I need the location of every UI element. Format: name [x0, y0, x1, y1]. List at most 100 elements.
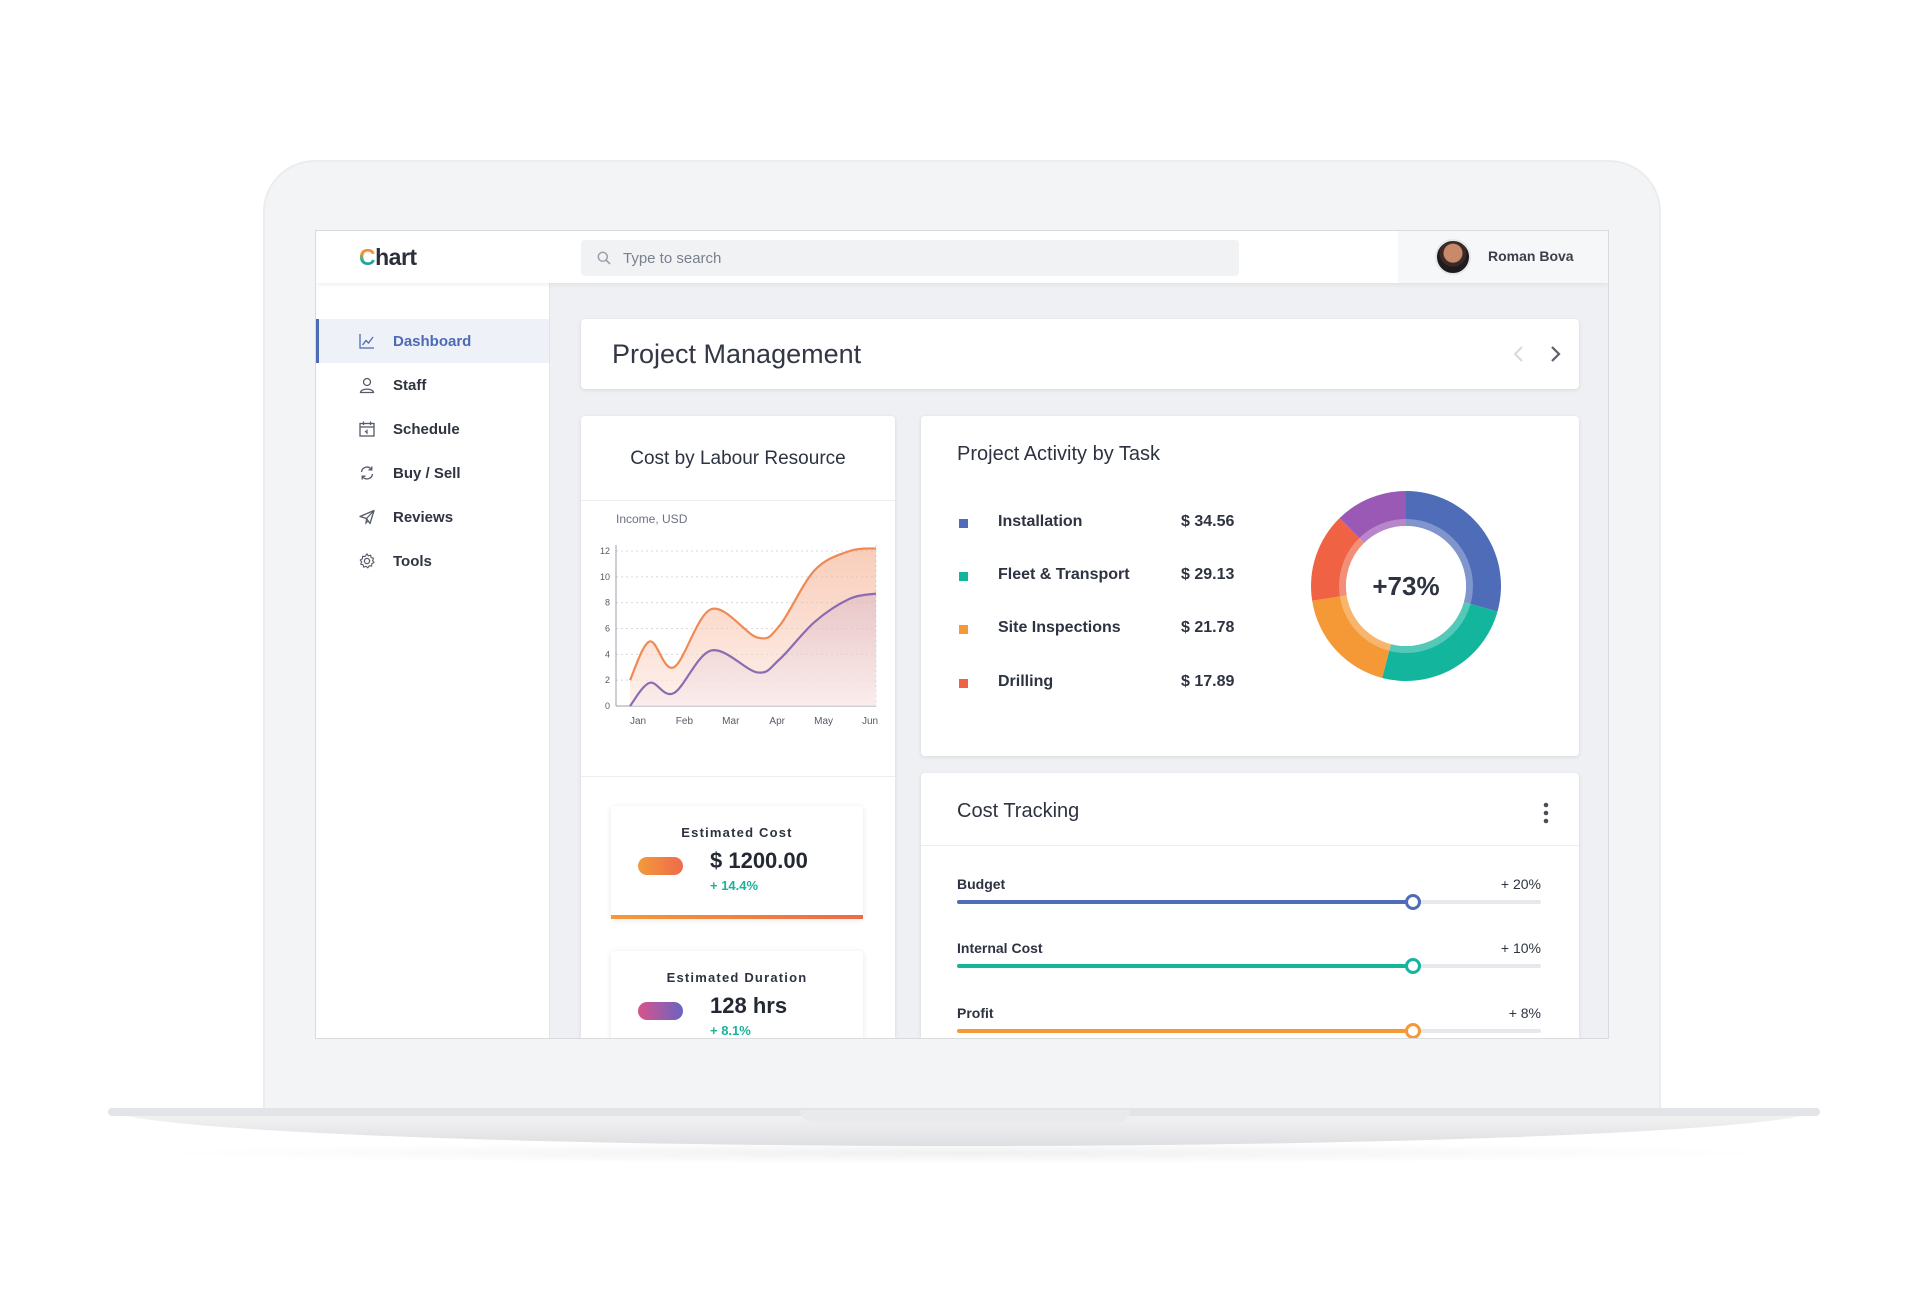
activity-donut-chart: +73% — [1311, 491, 1501, 681]
x-tick-label: Jun — [862, 716, 878, 727]
metric-change: + 8.1% — [710, 1023, 751, 1038]
sidebar-item-label: Staff — [393, 376, 427, 394]
legend-swatch — [959, 519, 968, 528]
prev-arrow-icon[interactable] — [1507, 342, 1531, 366]
sidebar-item-dashboard[interactable]: Dashboard — [316, 319, 549, 363]
labour-card-title: Cost by Labour Resource — [630, 448, 846, 469]
sidebar-item-label: Schedule — [393, 420, 460, 438]
tracking-row-budget: Budget + 20% — [957, 876, 1541, 916]
tracking-label: Budget — [957, 876, 1006, 892]
income-area-chart: Income, USD 0 2 4 6 8 10 12 Jan Feb Mar Apr May Jun — [600, 512, 878, 727]
tracking-row-internal-cost: Internal Cost + 10% — [957, 940, 1541, 980]
legend-swatch — [959, 679, 968, 688]
legend-label: Installation — [998, 513, 1083, 530]
cost-pill — [638, 857, 683, 875]
slider-handle[interactable] — [1404, 894, 1421, 910]
estimated-duration-card: Estimated Duration 128 hrs + 8.1% — [611, 951, 863, 1038]
tracking-card-title: Cost Tracking — [957, 800, 1080, 822]
chart-line-icon — [359, 334, 374, 349]
y-tick-label: 6 — [605, 624, 610, 634]
user-menu[interactable]: Roman Bova — [1398, 231, 1608, 283]
metric-title: Estimated Duration — [666, 970, 808, 985]
sidebar-item-label: Buy / Sell — [393, 464, 461, 482]
legend-swatch — [959, 572, 968, 581]
gear-icon — [359, 553, 375, 569]
metric-value: $ 1200.00 — [710, 848, 808, 873]
duration-pill — [638, 1002, 683, 1020]
slider-handle[interactable] — [1404, 958, 1421, 974]
activity-card-title: Project Activity by Task — [957, 443, 1161, 465]
tracking-row-profit: Profit + 8% — [957, 1005, 1541, 1038]
slider-fill — [957, 1029, 1413, 1033]
logo-text: hart — [375, 244, 417, 270]
slider-fill — [957, 964, 1413, 968]
sidebar-item-label: Reviews — [393, 508, 454, 526]
tracking-percent: + 10% — [1500, 940, 1541, 956]
slider-fill — [957, 900, 1413, 904]
legend-value: $ 29.13 — [1181, 566, 1235, 583]
divider — [581, 500, 895, 501]
search-icon — [597, 251, 611, 265]
laptop-notch — [800, 1110, 1130, 1122]
labour-cost-card: Cost by Labour Resource Income, USD 0 2 4 6 8… — [581, 416, 895, 1038]
sidebar-item-reviews[interactable]: Reviews — [316, 495, 549, 539]
paper-plane-icon — [359, 509, 375, 525]
legend-label: Site Inspections — [998, 619, 1121, 636]
next-arrow-icon[interactable] — [1543, 342, 1567, 366]
top-bar: Chart Roman Bova — [316, 231, 1608, 283]
app-logo[interactable]: Chart — [359, 244, 417, 271]
x-tick-label: Apr — [769, 716, 785, 727]
y-tick-label: 2 — [605, 675, 610, 685]
calendar-icon — [359, 421, 375, 437]
tracking-percent: + 20% — [1500, 876, 1541, 892]
search-input[interactable] — [623, 240, 1223, 276]
tracking-label: Internal Cost — [957, 940, 1043, 956]
legend-value: $ 17.89 — [1181, 673, 1235, 690]
legend-value: $ 21.78 — [1181, 619, 1235, 636]
x-tick-label: Feb — [676, 716, 694, 727]
legend-label: Drilling — [998, 673, 1054, 690]
legend-label: Fleet & Transport — [998, 566, 1130, 583]
metric-change: + 14.4% — [710, 878, 759, 893]
page-title: Project Management — [612, 339, 862, 369]
y-tick-label: 10 — [600, 572, 610, 582]
sidebar-item-staff[interactable]: Staff — [316, 363, 549, 407]
sidebar-item-tools[interactable]: Tools — [316, 539, 549, 583]
logo-letter: C — [359, 244, 376, 270]
legend-swatch — [959, 625, 968, 634]
sidebar-item-buy-sell[interactable]: Buy / Sell — [316, 451, 549, 495]
y-tick-label: 12 — [600, 546, 610, 556]
tracking-percent: + 8% — [1508, 1005, 1541, 1021]
slider-handle[interactable] — [1404, 1023, 1421, 1038]
page-header-card: Project Management — [581, 319, 1579, 389]
sync-icon — [360, 466, 374, 480]
sidebar: Dashboard Staff Schedule Buy / Sell Revi… — [316, 283, 550, 1038]
sidebar-nav: Dashboard Staff Schedule Buy / Sell Revi… — [316, 319, 549, 583]
avatar[interactable] — [1435, 239, 1471, 275]
donut-center-label: +73% — [1372, 571, 1439, 601]
y-tick-label: 8 — [605, 598, 610, 608]
screen: Chart Roman Bova Dashboard — [315, 230, 1609, 1039]
cost-tracking-card: Cost Tracking Budget + 20% Internal Cost… — [921, 773, 1579, 1038]
y-tick-label: 4 — [605, 649, 610, 659]
divider — [581, 776, 895, 777]
sidebar-item-label: Dashboard — [393, 332, 472, 350]
x-tick-label: Jan — [630, 716, 646, 727]
more-vertical-icon[interactable] — [1543, 802, 1549, 824]
tracking-label: Profit — [957, 1005, 994, 1021]
search-box — [581, 240, 1239, 276]
metric-value: 128 hrs — [710, 993, 788, 1018]
x-tick-label: May — [814, 716, 833, 727]
legend-value: $ 34.56 — [1181, 513, 1235, 530]
y-tick-label: 0 — [605, 701, 610, 711]
metric-title: Estimated Cost — [681, 825, 793, 840]
divider — [921, 845, 1579, 846]
user-name: Roman Bova — [1488, 248, 1574, 264]
activity-card: Project Activity by Task Installation $ … — [921, 416, 1579, 756]
user-icon — [359, 377, 375, 394]
y-axis-label: Income, USD — [616, 512, 688, 526]
x-tick-label: Mar — [722, 716, 740, 727]
sidebar-item-label: Tools — [393, 552, 432, 570]
estimated-cost-card: Estimated Cost $ 1200.00 + 14.4% — [611, 806, 863, 919]
sidebar-item-schedule[interactable]: Schedule — [316, 407, 549, 451]
